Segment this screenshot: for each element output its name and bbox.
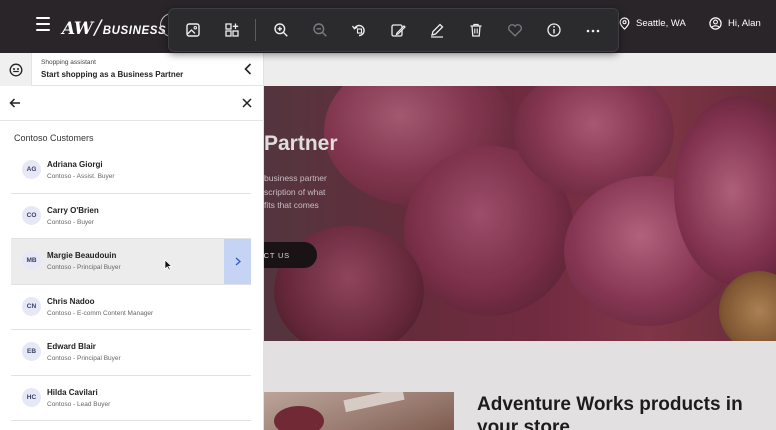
arrow-left-icon xyxy=(9,98,20,108)
customer-list-item[interactable]: CN Chris Nadoo Contoso - E-comm Content … xyxy=(11,285,251,330)
assistant-icon-container xyxy=(0,53,32,86)
customer-name: Margie Beaudouin xyxy=(47,251,117,260)
customer-avatar: MB xyxy=(22,251,41,270)
customer-avatar: HC xyxy=(22,387,41,407)
customer-avatar: CO xyxy=(22,205,41,225)
user-avatar-icon xyxy=(709,17,722,30)
mouse-cursor-icon xyxy=(164,259,172,271)
customer-list-item[interactable]: EB Edward Blair Contoso - Principal Buye… xyxy=(11,330,251,376)
location-label: Seattle, WA xyxy=(636,18,686,29)
close-button[interactable] xyxy=(240,96,254,110)
panel-nav-row xyxy=(0,86,264,121)
customer-list-item-active[interactable]: MB Margie Beaudouin Contoso - Principal … xyxy=(11,239,251,285)
customer-role: Contoso - Principal Buyer xyxy=(47,264,121,271)
customer-name: Adriana Giorgi xyxy=(47,160,103,169)
zoom-in-button[interactable] xyxy=(267,16,295,44)
rotate-button[interactable] xyxy=(345,16,373,44)
image-button[interactable] xyxy=(179,16,207,44)
hero-description: business partner scription of what fits … xyxy=(264,173,327,210)
zoom-out-icon xyxy=(313,23,327,37)
more-icon xyxy=(586,29,600,33)
brand-logo[interactable]: AW / BUSINESS xyxy=(62,15,166,39)
user-account-menu[interactable]: Hi, Alan xyxy=(709,17,761,30)
hero-banner-image xyxy=(264,86,776,341)
draw-button[interactable] xyxy=(423,16,451,44)
assistant-title: Start shopping as a Business Partner xyxy=(41,70,184,79)
customer-role: Contoso - Buyer xyxy=(47,218,94,226)
section-title: Contoso Customers xyxy=(14,133,94,143)
chevron-right-icon xyxy=(235,257,241,266)
favorite-button[interactable] xyxy=(501,16,529,44)
info-icon xyxy=(547,23,561,37)
collapse-panel-button[interactable] xyxy=(241,62,255,76)
edit-image-icon xyxy=(391,24,406,37)
customer-avatar: CN xyxy=(22,296,41,316)
assistant-icon xyxy=(9,63,22,76)
location-pin-icon xyxy=(619,17,630,30)
customer-name: Chris Nadoo xyxy=(47,296,95,306)
info-button[interactable] xyxy=(540,16,568,44)
customer-avatar: EB xyxy=(22,342,41,361)
delete-button[interactable] xyxy=(462,16,490,44)
draw-icon xyxy=(430,23,444,38)
content-top-strip xyxy=(264,53,776,86)
hamburger-menu-icon[interactable] xyxy=(36,17,50,31)
customer-role: Contoso - Lead Buyer xyxy=(47,400,111,408)
customer-list: AG Adriana Giorgi Contoso - Assist. Buye… xyxy=(11,148,251,421)
assistant-label: Shopping assistant xyxy=(41,59,96,66)
chevron-left-icon xyxy=(244,63,252,75)
image-viewer-toolbar xyxy=(168,8,619,52)
more-options-button[interactable] xyxy=(579,16,607,44)
favorite-icon xyxy=(507,24,522,37)
image-icon xyxy=(186,23,200,37)
promo-image xyxy=(264,392,454,430)
apps-button[interactable] xyxy=(218,16,246,44)
close-icon xyxy=(242,98,252,108)
customer-role: Contoso - E-comm Content Manager xyxy=(47,309,154,317)
user-greeting: Hi, Alan xyxy=(728,18,761,29)
customer-name: Edward Blair xyxy=(47,342,96,351)
customer-avatar: AG xyxy=(22,160,41,179)
back-button[interactable] xyxy=(8,96,22,110)
edit-image-button[interactable] xyxy=(384,16,412,44)
customer-name: Carry O'Brien xyxy=(47,205,99,215)
apps-icon xyxy=(225,23,239,37)
zoom-out-button[interactable] xyxy=(306,16,334,44)
shopping-assistant-panel: Shopping assistant Start shopping as a B… xyxy=(0,53,264,430)
customer-list-item[interactable]: AG Adriana Giorgi Contoso - Assist. Buye… xyxy=(11,148,251,194)
customer-role: Contoso - Assist. Buyer xyxy=(47,173,115,180)
customer-list-item[interactable]: HC Hilda Cavilari Contoso - Lead Buyer xyxy=(11,376,251,421)
customer-role: Contoso - Principal Buyer xyxy=(47,355,121,362)
customer-name: Hilda Cavilari xyxy=(47,387,98,397)
location-selector[interactable]: Seattle, WA xyxy=(619,17,686,30)
zoom-in-icon xyxy=(274,23,288,37)
assistant-header[interactable]: Shopping assistant Start shopping as a B… xyxy=(0,53,264,86)
select-customer-button[interactable] xyxy=(224,239,251,284)
hero-title: Partner xyxy=(264,132,338,155)
promo-heading: Adventure Works products in your store xyxy=(477,394,743,430)
delete-icon xyxy=(470,23,482,37)
customer-list-item[interactable]: CO Carry O'Brien Contoso - Buyer xyxy=(11,194,251,239)
toolbar-divider xyxy=(255,19,256,41)
rotate-icon xyxy=(351,24,365,37)
